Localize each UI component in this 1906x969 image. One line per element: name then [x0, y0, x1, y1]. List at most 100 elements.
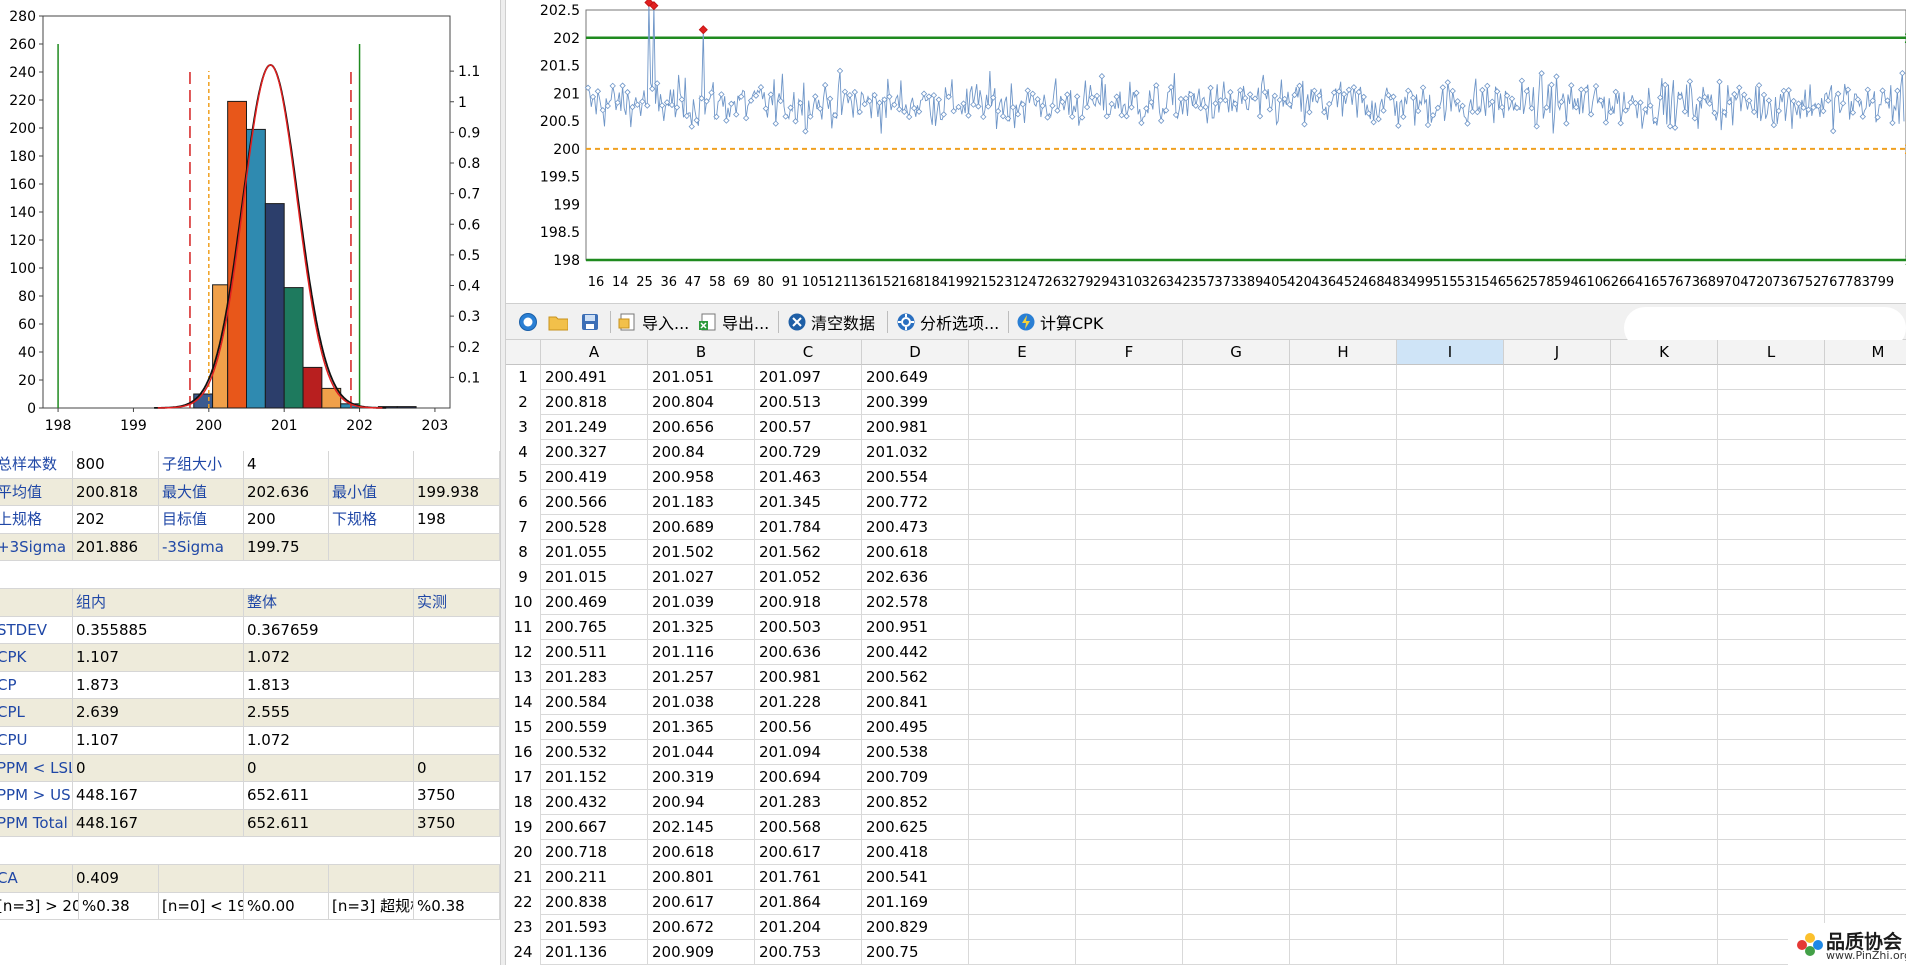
grid-cell[interactable]: 200.694 — [755, 765, 862, 790]
grid-cell[interactable] — [1183, 865, 1290, 890]
grid-cell[interactable] — [1183, 915, 1290, 940]
grid-cell[interactable]: 201.257 — [648, 665, 755, 690]
grid-cell[interactable] — [1504, 615, 1611, 640]
grid-cell[interactable]: 200.672 — [648, 915, 755, 940]
grid-cell[interactable]: 200.495 — [862, 715, 969, 740]
grid-cell[interactable] — [1611, 865, 1718, 890]
grid-cell[interactable] — [1718, 615, 1825, 640]
row-number[interactable]: 18 — [506, 790, 541, 815]
grid-cell[interactable]: 201.593 — [541, 915, 648, 940]
column-header-f[interactable]: F — [1076, 340, 1183, 365]
grid-cell[interactable] — [1611, 515, 1718, 540]
grid-cell[interactable] — [1397, 615, 1504, 640]
grid-cell[interactable] — [1504, 515, 1611, 540]
grid-cell[interactable] — [1076, 890, 1183, 915]
grid-cell[interactable] — [1504, 815, 1611, 840]
grid-cell[interactable] — [1397, 465, 1504, 490]
grid-cell[interactable]: 200.649 — [862, 365, 969, 390]
grid-cell[interactable] — [1825, 415, 1906, 440]
grid-cell[interactable]: 200.617 — [755, 840, 862, 865]
grid-cell[interactable] — [1611, 915, 1718, 940]
grid-cell[interactable]: 201.283 — [755, 790, 862, 815]
grid-cell[interactable]: 200.84 — [648, 440, 755, 465]
grid-cell[interactable] — [1611, 490, 1718, 515]
grid-cell[interactable]: 201.761 — [755, 865, 862, 890]
grid-cell[interactable] — [1076, 665, 1183, 690]
grid-cell[interactable] — [1290, 890, 1397, 915]
grid-cell[interactable] — [1183, 440, 1290, 465]
grid-cell[interactable]: 201.152 — [541, 765, 648, 790]
grid-cell[interactable]: 200.667 — [541, 815, 648, 840]
grid-cell[interactable] — [1290, 915, 1397, 940]
grid-cell[interactable]: 200.559 — [541, 715, 648, 740]
grid-cell[interactable] — [1611, 890, 1718, 915]
grid-cell[interactable] — [1397, 715, 1504, 740]
grid-cell[interactable]: 202.636 — [862, 565, 969, 590]
grid-cell[interactable] — [1611, 465, 1718, 490]
grid-cell[interactable] — [1397, 790, 1504, 815]
grid-cell[interactable] — [1611, 565, 1718, 590]
column-header-a[interactable]: A — [541, 340, 648, 365]
grid-cell[interactable] — [1290, 540, 1397, 565]
grid-cell[interactable]: 200.753 — [755, 940, 862, 965]
grid-cell[interactable] — [1076, 815, 1183, 840]
grid-cell[interactable] — [1183, 940, 1290, 965]
grid-cell[interactable] — [1397, 390, 1504, 415]
grid-cell[interactable]: 200.618 — [648, 840, 755, 865]
grid-cell[interactable]: 201.249 — [541, 415, 648, 440]
column-header-i[interactable]: I — [1397, 340, 1504, 365]
grid-cell[interactable] — [1076, 715, 1183, 740]
grid-cell[interactable] — [1290, 665, 1397, 690]
grid-cell[interactable] — [1718, 515, 1825, 540]
grid-cell[interactable]: 200.772 — [862, 490, 969, 515]
grid-cell[interactable] — [969, 615, 1076, 640]
row-number[interactable]: 17 — [506, 765, 541, 790]
row-number[interactable]: 21 — [506, 865, 541, 890]
grid-cell[interactable] — [1076, 515, 1183, 540]
grid-cell[interactable]: 201.502 — [648, 540, 755, 565]
grid-cell[interactable] — [1504, 790, 1611, 815]
grid-cell[interactable] — [1718, 690, 1825, 715]
grid-cell[interactable]: 200.399 — [862, 390, 969, 415]
grid-cell[interactable]: 201.055 — [541, 540, 648, 565]
grid-cell[interactable] — [1397, 515, 1504, 540]
row-number[interactable]: 15 — [506, 715, 541, 740]
grid-cell[interactable] — [1825, 715, 1906, 740]
grid-cell[interactable] — [1290, 715, 1397, 740]
grid-cell[interactable] — [1611, 715, 1718, 740]
grid-cell[interactable]: 200.765 — [541, 615, 648, 640]
grid-cell[interactable] — [1183, 365, 1290, 390]
grid-cell[interactable] — [1825, 840, 1906, 865]
grid-cell[interactable] — [1825, 590, 1906, 615]
grid-cell[interactable] — [969, 740, 1076, 765]
grid-cell[interactable] — [1183, 740, 1290, 765]
grid-cell[interactable]: 200.584 — [541, 690, 648, 715]
grid-cell[interactable] — [1504, 890, 1611, 915]
grid-cell[interactable] — [1611, 615, 1718, 640]
grid-cell[interactable] — [1611, 740, 1718, 765]
grid-cell[interactable] — [1397, 415, 1504, 440]
grid-cell[interactable] — [1504, 365, 1611, 390]
grid-cell[interactable] — [1825, 515, 1906, 540]
column-header-d[interactable]: D — [862, 340, 969, 365]
grid-cell[interactable]: 200.211 — [541, 865, 648, 890]
grid-cell[interactable] — [1825, 865, 1906, 890]
grid-cell[interactable] — [969, 765, 1076, 790]
row-number[interactable]: 3 — [506, 415, 541, 440]
grid-cell[interactable] — [1183, 540, 1290, 565]
grid-cell[interactable]: 200.617 — [648, 890, 755, 915]
grid-cell[interactable] — [1290, 515, 1397, 540]
row-number[interactable]: 23 — [506, 915, 541, 940]
new-button[interactable] — [518, 310, 542, 334]
grid-cell[interactable]: 200.503 — [755, 615, 862, 640]
row-number[interactable]: 4 — [506, 440, 541, 465]
grid-cell[interactable]: 200.432 — [541, 790, 648, 815]
grid-cell[interactable]: 200.852 — [862, 790, 969, 815]
grid-cell[interactable] — [1397, 940, 1504, 965]
grid-cell[interactable] — [1611, 765, 1718, 790]
grid-cell[interactable] — [1076, 390, 1183, 415]
grid-cell[interactable] — [969, 665, 1076, 690]
grid-cell[interactable] — [1076, 590, 1183, 615]
grid-cell[interactable] — [1718, 665, 1825, 690]
grid-cell[interactable] — [1504, 665, 1611, 690]
